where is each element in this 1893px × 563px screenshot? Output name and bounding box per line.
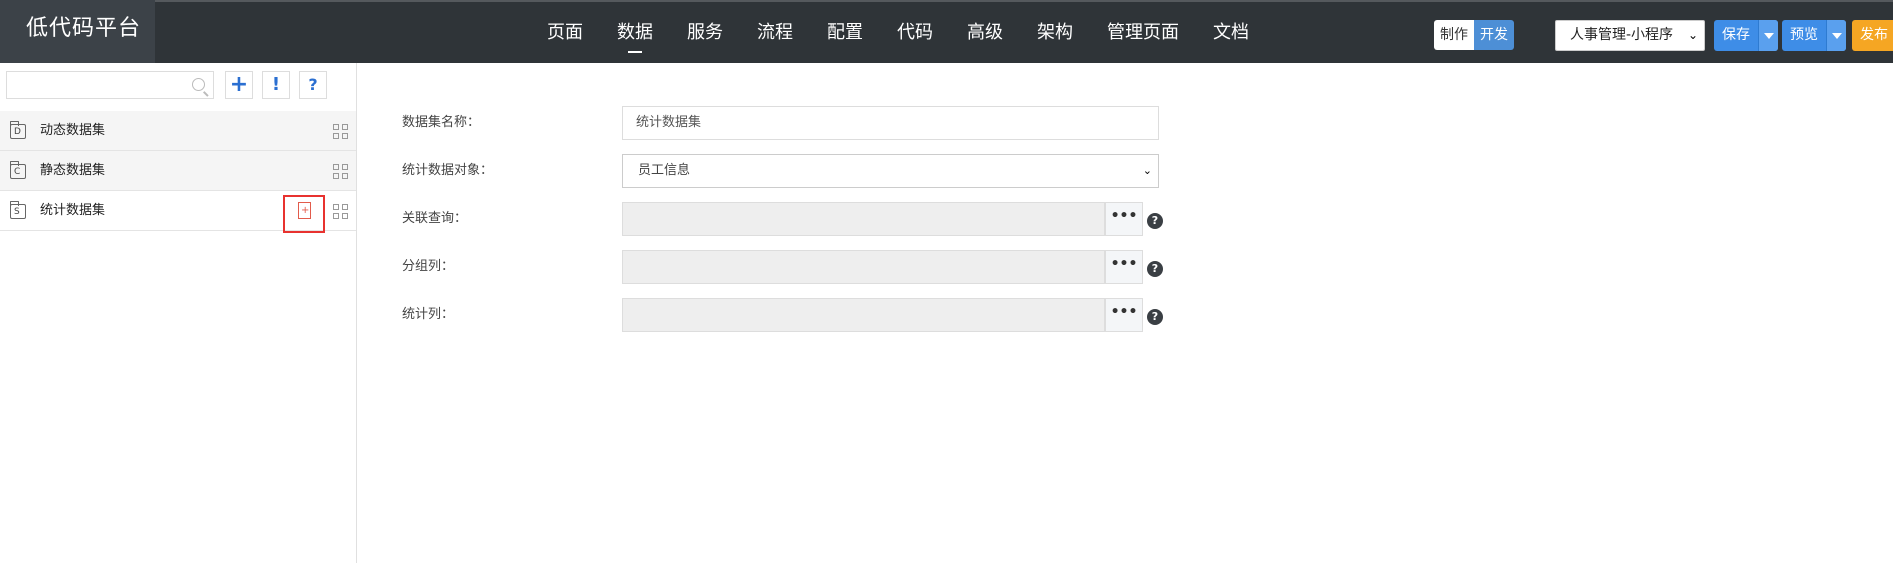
tree-item-label: 统计数据集 (40, 203, 106, 218)
nav-item-config[interactable]: 配置 (810, 2, 880, 63)
sidebar: + ! ? D 动态数据集 C 静态数据集 S 统计数据集 (0, 63, 357, 563)
app-select-value: 人事管理-小程序 (1570, 27, 1674, 43)
chevron-down-icon: ⌄ (1687, 28, 1698, 42)
grid-icon[interactable] (333, 204, 348, 219)
group-input[interactable] (622, 250, 1105, 284)
save-dropdown-caret-icon[interactable] (1758, 20, 1778, 51)
chevron-down-icon: ⌄ (1142, 164, 1152, 177)
name-input[interactable]: 统计数据集 (622, 106, 1159, 140)
search-icon (192, 78, 205, 91)
object-select-value: 员工信息 (638, 163, 691, 178)
warning-button[interactable]: ! (262, 71, 290, 99)
relation-input[interactable] (622, 202, 1105, 236)
nav-item-data[interactable]: 数据 (600, 2, 670, 63)
form-row-group: 分组列： ••• ? (357, 250, 1557, 284)
mode-make-button[interactable]: 制作 (1434, 20, 1474, 50)
top-bar: 低代码平台 页面 数据 服务 流程 配置 代码 高级 架构 管理页面 文档 制作… (0, 0, 1893, 65)
dataset-tree: D 动态数据集 C 静态数据集 S 统计数据集 (0, 111, 356, 233)
nav-item-services[interactable]: 服务 (670, 2, 740, 63)
form-row-relation: 关联查询： ••• ? (357, 202, 1557, 236)
folder-icon: D (10, 121, 26, 139)
stat-label: 统计列： (402, 307, 455, 322)
app-logo: 低代码平台 (0, 0, 155, 65)
grid-icon[interactable] (333, 164, 348, 179)
nav-item-pages[interactable]: 页面 (530, 2, 600, 63)
dataset-form: 数据集名称： 统计数据集 统计数据对象： 员工信息 ⌄ 关联查询： ••• ? … (357, 63, 1893, 563)
object-label: 统计数据对象： (402, 163, 494, 178)
publish-button[interactable]: 发布 (1852, 20, 1893, 51)
help-icon[interactable]: ? (1147, 213, 1163, 229)
main-nav: 页面 数据 服务 流程 配置 代码 高级 架构 管理页面 文档 (530, 2, 1266, 63)
save-button[interactable]: 保存 (1714, 20, 1758, 51)
tree-item-label: 静态数据集 (40, 163, 106, 178)
preview-dropdown-caret-icon[interactable] (1826, 20, 1846, 51)
form-row-name: 数据集名称： 统计数据集 (357, 106, 1557, 140)
group-label: 分组列： (402, 259, 455, 274)
tree-item-dynamic-dataset[interactable]: D 动态数据集 (0, 111, 356, 151)
tree-item-stat-dataset[interactable]: S 统计数据集 (0, 191, 356, 233)
object-select[interactable]: 员工信息 ⌄ (622, 154, 1159, 188)
nav-item-advanced[interactable]: 高级 (950, 2, 1020, 63)
add-button[interactable]: + (225, 71, 253, 99)
app-select[interactable]: 人事管理-小程序 ⌄ (1555, 20, 1705, 51)
relation-label: 关联查询： (402, 211, 468, 226)
nav-item-code[interactable]: 代码 (880, 2, 950, 63)
form-row-stat: 统计列： ••• ? (357, 298, 1557, 332)
relation-more-button[interactable]: ••• (1105, 202, 1143, 236)
preview-button-group: 预览 (1782, 20, 1846, 51)
folder-icon: S (10, 201, 26, 219)
help-button[interactable]: ? (299, 71, 327, 99)
help-icon[interactable]: ? (1147, 309, 1163, 325)
add-file-button[interactable] (283, 195, 325, 233)
nav-item-admin-pages[interactable]: 管理页面 (1090, 2, 1196, 63)
folder-icon: C (10, 161, 26, 179)
name-label: 数据集名称： (402, 115, 481, 130)
help-icon[interactable]: ? (1147, 261, 1163, 277)
nav-item-workflow[interactable]: 流程 (740, 2, 810, 63)
stat-more-button[interactable]: ••• (1105, 298, 1143, 332)
tree-item-label: 动态数据集 (40, 123, 106, 138)
nav-item-architecture[interactable]: 架构 (1020, 2, 1090, 63)
tree-item-static-dataset[interactable]: C 静态数据集 (0, 151, 356, 191)
mode-switch: 制作 开发 (1434, 20, 1514, 50)
grid-icon[interactable] (333, 124, 348, 139)
preview-button[interactable]: 预览 (1782, 20, 1826, 51)
search-input[interactable] (6, 71, 214, 99)
save-button-group: 保存 (1714, 20, 1778, 51)
nav-item-docs[interactable]: 文档 (1196, 2, 1266, 63)
group-more-button[interactable]: ••• (1105, 250, 1143, 284)
mode-dev-button[interactable]: 开发 (1474, 20, 1514, 50)
form-row-object: 统计数据对象： 员工信息 ⌄ (357, 154, 1557, 188)
add-file-icon (298, 202, 311, 219)
stat-input[interactable] (622, 298, 1105, 332)
